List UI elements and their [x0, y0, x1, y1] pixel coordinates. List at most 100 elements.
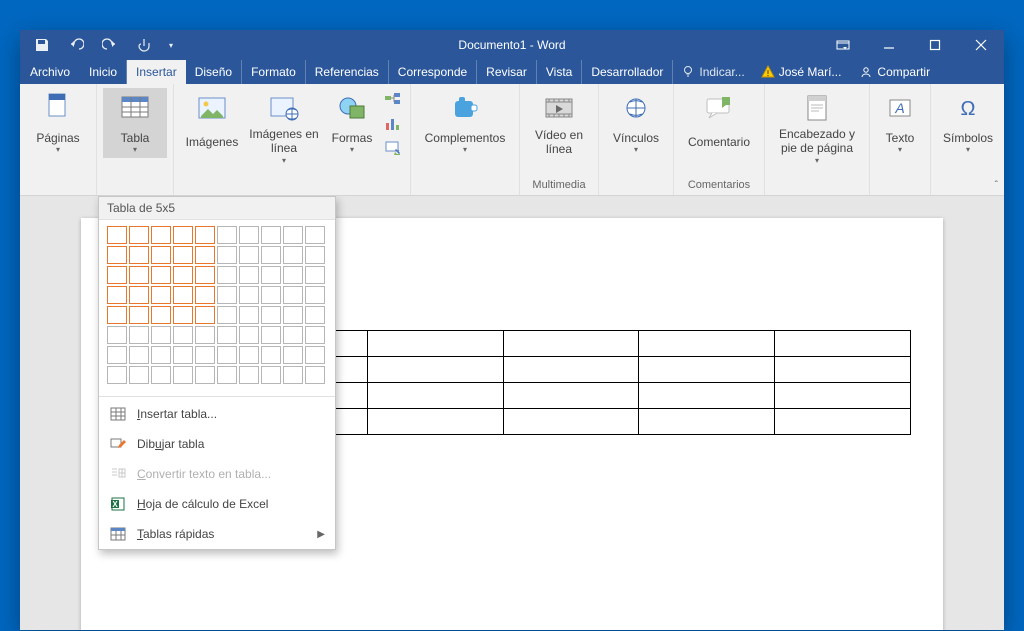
grid-cell[interactable]	[239, 266, 259, 284]
grid-cell[interactable]	[151, 226, 171, 244]
grid-cell[interactable]	[151, 246, 171, 264]
grid-cell[interactable]	[217, 226, 237, 244]
grid-cell[interactable]	[173, 266, 193, 284]
table-button[interactable]: Tabla▾	[103, 88, 167, 158]
grid-cell[interactable]	[195, 246, 215, 264]
grid-cell[interactable]	[195, 326, 215, 344]
grid-cell[interactable]	[283, 286, 303, 304]
ribbon-options-button[interactable]	[820, 30, 866, 60]
grid-cell[interactable]	[195, 306, 215, 324]
grid-cell[interactable]	[129, 346, 149, 364]
grid-cell[interactable]	[217, 346, 237, 364]
tab-referencias[interactable]: Referencias	[306, 60, 389, 84]
document-area[interactable]: Tabla de 5x5 Insertar tabla... Dibujar t…	[20, 196, 1004, 630]
grid-cell[interactable]	[239, 346, 259, 364]
menu-draw-table[interactable]: Dibujar tabla	[99, 429, 335, 459]
grid-cell[interactable]	[239, 366, 259, 384]
grid-cell[interactable]	[129, 226, 149, 244]
grid-cell[interactable]	[217, 246, 237, 264]
grid-cell[interactable]	[283, 266, 303, 284]
undo-button[interactable]	[60, 31, 92, 59]
grid-cell[interactable]	[239, 306, 259, 324]
grid-cell[interactable]	[195, 266, 215, 284]
grid-cell[interactable]	[173, 306, 193, 324]
grid-cell[interactable]	[107, 226, 127, 244]
grid-cell[interactable]	[129, 266, 149, 284]
tab-formato[interactable]: Formato	[242, 60, 306, 84]
grid-cell[interactable]	[107, 326, 127, 344]
online-video-button[interactable]: Vídeo en línea	[526, 88, 592, 158]
grid-cell[interactable]	[305, 226, 325, 244]
grid-cell[interactable]	[107, 266, 127, 284]
user-account[interactable]: José Marí...	[753, 60, 850, 84]
images-button[interactable]: Imágenes	[180, 88, 244, 158]
grid-cell[interactable]	[107, 246, 127, 264]
grid-cell[interactable]	[173, 286, 193, 304]
grid-cell[interactable]	[283, 346, 303, 364]
grid-cell[interactable]	[151, 346, 171, 364]
touch-mode-button[interactable]	[128, 31, 160, 59]
grid-cell[interactable]	[239, 326, 259, 344]
grid-cell[interactable]	[173, 246, 193, 264]
grid-cell[interactable]	[217, 266, 237, 284]
grid-cell[interactable]	[107, 346, 127, 364]
grid-cell[interactable]	[261, 366, 281, 384]
tab-correspondencia[interactable]: Corresponde	[389, 60, 477, 84]
grid-cell[interactable]	[107, 286, 127, 304]
tab-diseno[interactable]: Diseño	[186, 60, 242, 84]
grid-cell[interactable]	[107, 306, 127, 324]
grid-cell[interactable]	[195, 366, 215, 384]
grid-cell[interactable]	[129, 306, 149, 324]
tell-me-search[interactable]: Indicar...	[673, 60, 752, 84]
grid-cell[interactable]	[305, 366, 325, 384]
grid-cell[interactable]	[151, 286, 171, 304]
grid-cell[interactable]	[217, 286, 237, 304]
grid-cell[interactable]	[173, 326, 193, 344]
grid-cell[interactable]	[283, 226, 303, 244]
grid-cell[interactable]	[239, 286, 259, 304]
redo-button[interactable]	[94, 31, 126, 59]
grid-cell[interactable]	[261, 266, 281, 284]
grid-cell[interactable]	[195, 346, 215, 364]
grid-cell[interactable]	[151, 306, 171, 324]
grid-cell[interactable]	[217, 326, 237, 344]
grid-cell[interactable]	[239, 246, 259, 264]
grid-cell[interactable]	[261, 346, 281, 364]
tab-vista[interactable]: Vista	[537, 60, 582, 84]
grid-cell[interactable]	[305, 346, 325, 364]
grid-cell[interactable]	[195, 226, 215, 244]
tab-inicio[interactable]: Inicio	[80, 60, 127, 84]
screenshot-button[interactable]	[384, 138, 404, 158]
grid-cell[interactable]	[173, 366, 193, 384]
comment-button[interactable]: Comentario	[680, 88, 758, 158]
grid-cell[interactable]	[283, 326, 303, 344]
tab-revisar[interactable]: Revisar	[477, 60, 537, 84]
grid-cell[interactable]	[305, 266, 325, 284]
menu-quick-tables[interactable]: Tablas rápidas ▶	[99, 519, 335, 549]
header-footer-button[interactable]: Encabezado y pie de página▾	[771, 88, 863, 165]
grid-cell[interactable]	[305, 286, 325, 304]
grid-cell[interactable]	[129, 326, 149, 344]
grid-cell[interactable]	[151, 326, 171, 344]
grid-cell[interactable]	[151, 366, 171, 384]
shapes-button[interactable]: Formas▾	[324, 88, 380, 158]
links-button[interactable]: Vínculos▾	[605, 88, 667, 158]
grid-cell[interactable]	[261, 246, 281, 264]
grid-cell[interactable]	[129, 246, 149, 264]
menu-insert-table[interactable]: Insertar tabla...	[99, 399, 335, 429]
close-button[interactable]	[958, 30, 1004, 60]
share-button[interactable]: Compartir	[849, 60, 940, 84]
maximize-button[interactable]	[912, 30, 958, 60]
grid-cell[interactable]	[173, 346, 193, 364]
grid-cell[interactable]	[261, 286, 281, 304]
minimize-button[interactable]	[866, 30, 912, 60]
grid-cell[interactable]	[217, 366, 237, 384]
grid-cell[interactable]	[217, 306, 237, 324]
grid-cell[interactable]	[283, 246, 303, 264]
grid-cell[interactable]	[305, 326, 325, 344]
grid-cell[interactable]	[305, 246, 325, 264]
symbols-button[interactable]: Ω Símbolos▾	[937, 88, 999, 158]
grid-cell[interactable]	[107, 366, 127, 384]
grid-cell[interactable]	[195, 286, 215, 304]
grid-cell[interactable]	[261, 306, 281, 324]
